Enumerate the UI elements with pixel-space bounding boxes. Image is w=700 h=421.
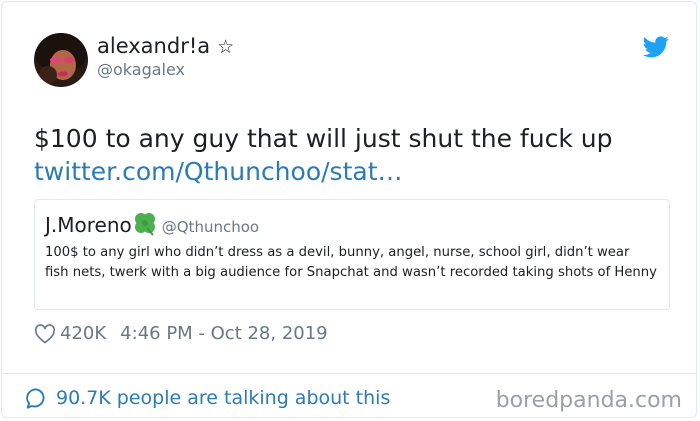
quoted-tweet-text: 100$ to any girl who didn’t dress as a d…	[45, 245, 657, 280]
tweet-link[interactable]: twitter.com/Qthunchoo/stat…	[34, 155, 674, 188]
like-count[interactable]: 420K	[60, 322, 106, 346]
watermark: boredpanda.com	[495, 388, 682, 413]
twitter-bird-icon[interactable]	[643, 36, 669, 58]
divider	[2, 373, 696, 374]
tweet-card: alexandr!a ☆ @okagalex $100 to any guy th…	[1, 1, 697, 418]
quoted-author-handle: @Qthunchoo	[161, 218, 260, 236]
speech-bubble-icon	[26, 387, 45, 409]
tweet-text: $100 to any guy that will just shut the …	[34, 124, 613, 153]
avatar[interactable]	[34, 33, 88, 87]
timestamp[interactable]: 4:46 PM - Oct 28, 2019	[120, 322, 327, 346]
conversation-link[interactable]: 90.7K people are talking about this	[25, 385, 390, 411]
conversation-text[interactable]: 90.7K people are talking about this	[56, 385, 390, 411]
four-leaf-clover-icon	[134, 213, 155, 236]
tweet-body: $100 to any guy that will just shut the …	[34, 122, 674, 188]
quoted-author-name: J.Moreno	[45, 213, 132, 237]
tweet-meta: 420K 4:46 PM - Oct 28, 2019	[34, 322, 328, 346]
star-icon: ☆	[217, 36, 235, 58]
author-handle[interactable]: @okagalex	[97, 60, 185, 80]
author-name-text[interactable]: alexandr!a	[97, 34, 210, 58]
heart-icon[interactable]	[34, 324, 56, 344]
quoted-tweet-header: J.Moreno @Qthunchoo	[45, 210, 259, 240]
quoted-tweet[interactable]: J.Moreno @Qthunchoo 100$ to any girl who…	[34, 199, 670, 310]
author-display-name[interactable]: alexandr!a ☆	[97, 33, 234, 60]
